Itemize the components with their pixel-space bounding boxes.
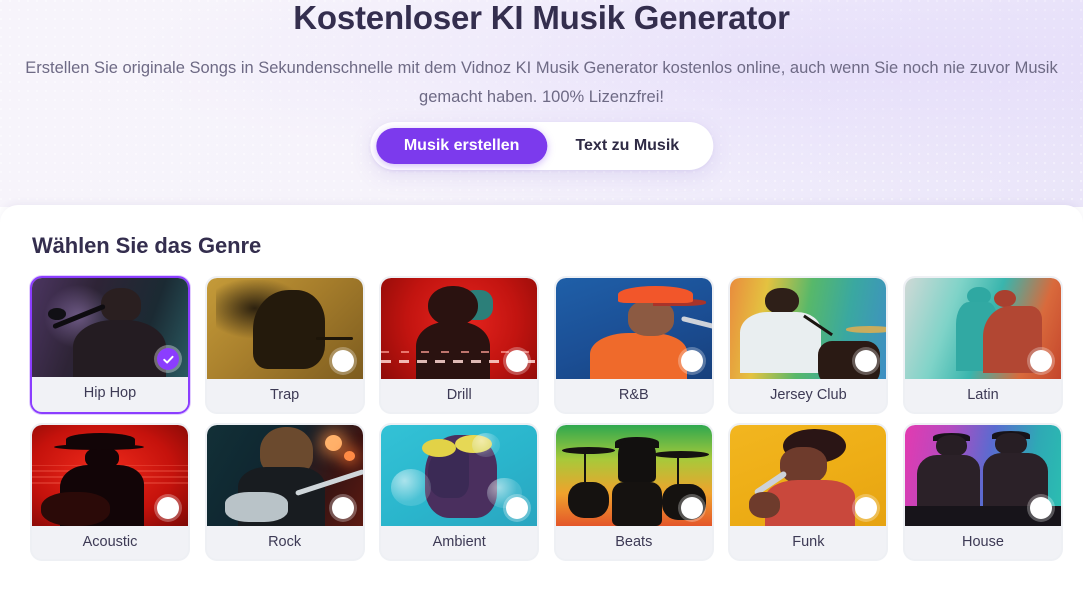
genre-card-label: Acoustic (32, 526, 188, 559)
genre-card-label: Funk (730, 526, 887, 559)
hero-section: Kostenloser KI Musik Generator Erstellen… (0, 0, 1083, 207)
genre-grid: Hip Hop Trap Drill R&B Jersey Club Latin… (30, 276, 1063, 561)
genre-card-acoustic[interactable]: Acoustic (30, 423, 190, 561)
genre-card-latin[interactable]: Latin (902, 276, 1063, 414)
genre-card-label: Ambient (381, 526, 538, 559)
radio-unchecked-icon[interactable] (157, 497, 179, 519)
music-generator-page: Kostenloser KI Musik Generator Erstellen… (0, 0, 1083, 598)
genre-card-label: Beats (555, 526, 712, 559)
genre-card-label: Jersey Club (730, 379, 887, 412)
genre-card-label: Drill (381, 379, 538, 412)
genre-thumbnail (206, 425, 363, 526)
genre-card-rnb[interactable]: R&B (553, 276, 714, 414)
genre-card-hip-hop[interactable]: Hip Hop (30, 276, 190, 414)
genre-thumbnail (730, 425, 887, 526)
radio-unchecked-icon[interactable] (680, 497, 703, 519)
genre-thumbnail (555, 425, 712, 526)
genre-card-drill[interactable]: Drill (379, 276, 540, 414)
tab-musik-erstellen[interactable]: Musik erstellen (375, 128, 548, 164)
page-title: Kostenloser KI Musik Generator (293, 0, 790, 36)
check-icon[interactable] (157, 348, 179, 370)
genre-card-jersey-club[interactable]: Jersey Club (728, 276, 889, 414)
genre-card-label: Latin (904, 379, 1061, 412)
mode-tab-switcher: Musik erstellen Text zu Musik (369, 122, 714, 170)
tab-text-zu-musik[interactable]: Text zu Musik (547, 128, 707, 164)
genre-thumbnail (555, 278, 712, 379)
page-subtitle: Erstellen Sie originale Songs in Sekunde… (25, 59, 1058, 106)
genre-thumbnail (730, 278, 887, 379)
genre-card-beats[interactable]: Beats (553, 423, 714, 561)
genre-card-trap[interactable]: Trap (204, 276, 365, 414)
radio-unchecked-icon[interactable] (331, 350, 354, 372)
genre-thumbnail (32, 278, 188, 377)
genre-thumbnail (904, 425, 1061, 526)
radio-unchecked-icon[interactable] (331, 497, 354, 519)
genre-thumbnail (206, 278, 363, 379)
genre-card-rock[interactable]: Rock (204, 423, 365, 561)
genre-card-label: Trap (206, 379, 363, 412)
genre-card-funk[interactable]: Funk (728, 423, 889, 561)
radio-unchecked-icon[interactable] (1029, 497, 1052, 519)
genre-card-label: R&B (555, 379, 712, 412)
genre-panel: Wählen Sie das Genre Hip Hop Trap Drill … (0, 205, 1083, 598)
radio-unchecked-icon[interactable] (1029, 350, 1052, 372)
genre-thumbnail (32, 425, 188, 526)
genre-thumbnail (904, 278, 1061, 379)
hero-content: Kostenloser KI Musik Generator Erstellen… (0, 0, 1083, 112)
genre-card-label: House (904, 526, 1061, 559)
genre-thumbnail (381, 425, 538, 526)
genre-thumbnail (381, 278, 538, 379)
radio-unchecked-icon[interactable] (680, 350, 703, 372)
genre-card-ambient[interactable]: Ambient (379, 423, 540, 561)
genre-card-label: Rock (206, 526, 363, 559)
genre-section-heading: Wählen Sie das Genre (32, 233, 262, 258)
genre-card-label: Hip Hop (32, 377, 188, 410)
genre-card-house[interactable]: House (902, 423, 1063, 561)
